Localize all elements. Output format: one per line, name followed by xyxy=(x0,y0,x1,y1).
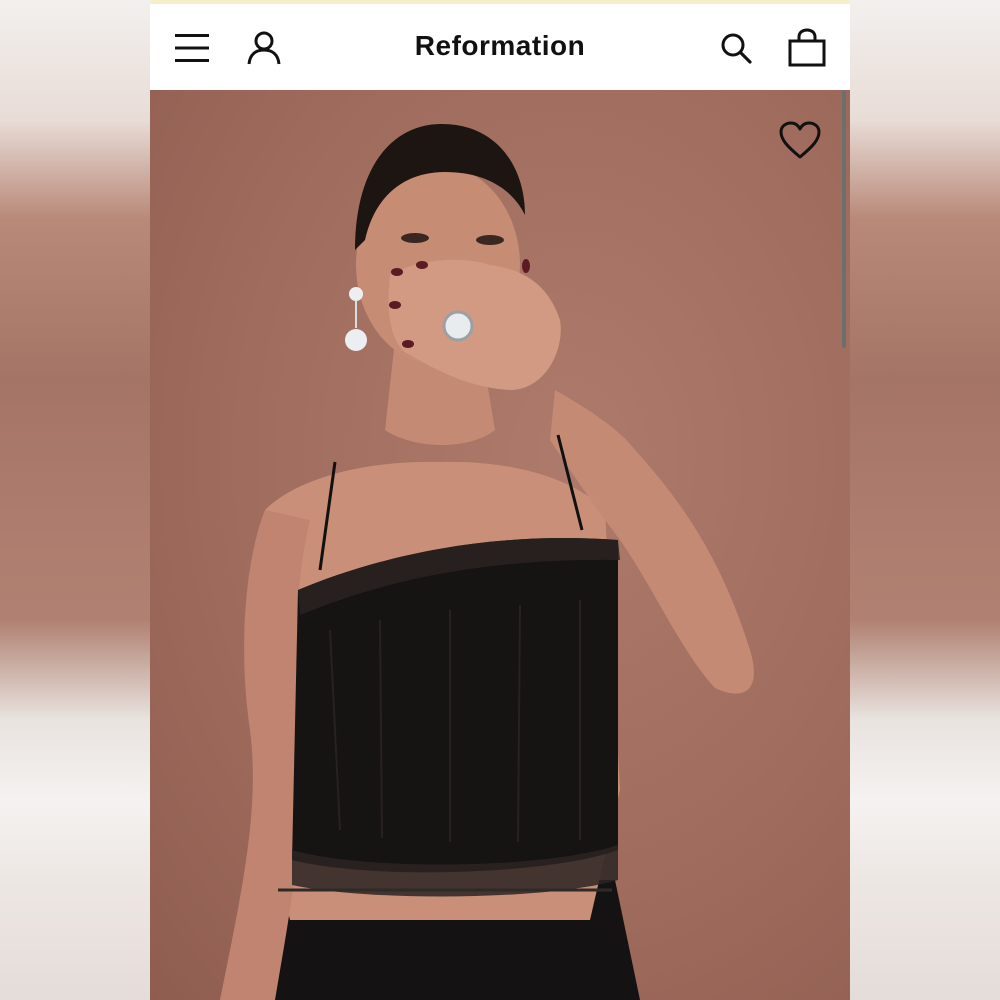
blurred-background-left xyxy=(0,0,150,1000)
search-icon[interactable] xyxy=(716,28,756,68)
mobile-screen: Reformation xyxy=(150,0,850,1000)
heart-icon[interactable] xyxy=(778,120,826,164)
blurred-background-right xyxy=(850,0,1000,1000)
product-hero-image[interactable] xyxy=(150,90,850,1000)
model-photo-illustration xyxy=(220,123,754,1000)
shopping-bag-icon[interactable] xyxy=(787,28,827,68)
scrollbar[interactable] xyxy=(842,90,846,348)
site-header: Reformation xyxy=(150,4,850,90)
